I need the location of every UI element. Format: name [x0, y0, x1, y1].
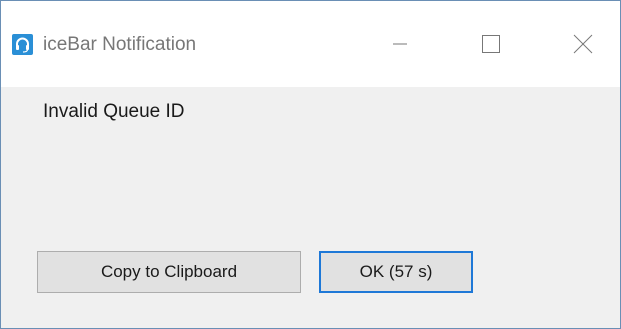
- window-title: iceBar Notification: [43, 34, 197, 55]
- notification-message: Invalid Queue ID: [43, 101, 185, 122]
- copy-to-clipboard-button[interactable]: Copy to Clipboard: [37, 251, 301, 293]
- maximize-icon: [482, 35, 500, 53]
- headset-icon: [12, 34, 33, 55]
- maximize-button[interactable]: [467, 21, 513, 67]
- close-button[interactable]: [560, 21, 606, 67]
- close-icon: [573, 34, 593, 54]
- ok-button[interactable]: OK (57 s): [319, 251, 473, 293]
- minimize-button[interactable]: [377, 21, 423, 67]
- minimize-icon: [393, 43, 407, 45]
- title-bar[interactable]: iceBar Notification: [1, 1, 620, 87]
- notification-window: iceBar Notification Invalid Queue ID Cop…: [0, 0, 621, 329]
